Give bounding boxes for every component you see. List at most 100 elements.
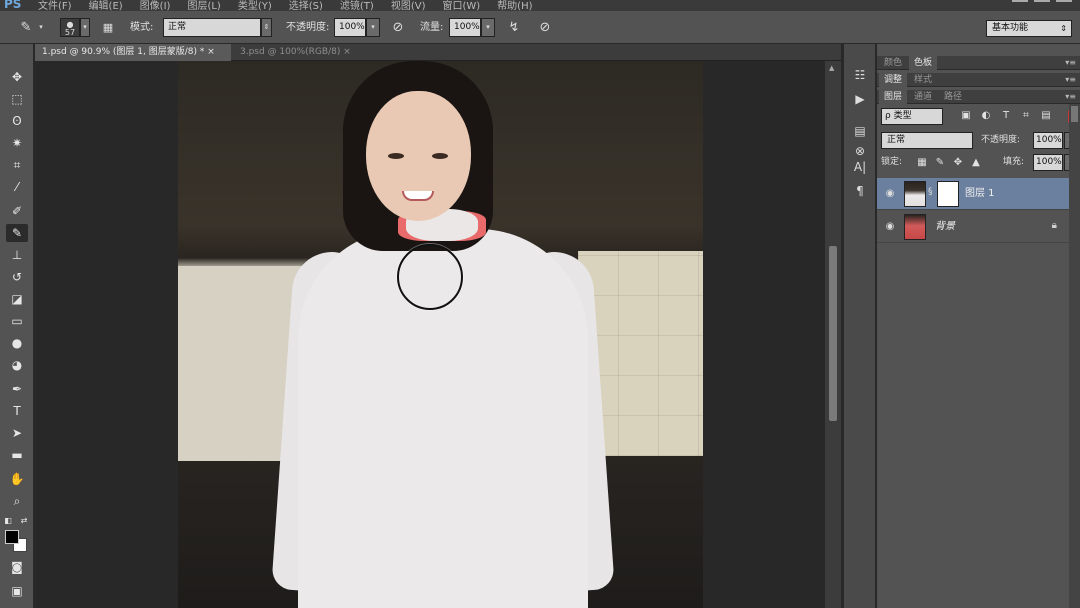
workspace-dropdown[interactable]: 基本功能 ⇕ (986, 20, 1072, 37)
flow-arrow-icon[interactable]: ▾ (481, 18, 495, 37)
workspace-value: 基本功能 (992, 23, 1029, 33)
tab-adjustments[interactable]: 调整 (879, 73, 908, 87)
menu-bar: PS 文件(F) 编辑(E) 图像(I) 图层(L) 类型(Y) 选择(S) 滤… (0, 0, 1080, 11)
blur-tool-icon[interactable]: ● (6, 334, 28, 352)
actions-panel-icon[interactable]: ▶ (850, 90, 870, 108)
layer-opacity-input[interactable]: 100% (1033, 132, 1063, 149)
tab-channels[interactable]: 通道 (909, 90, 937, 104)
visibility-eye-icon[interactable]: ◉ (883, 220, 897, 234)
scroll-up-arrow-icon[interactable]: ▲ (829, 64, 834, 72)
lasso-tool-icon[interactable]: ʘ (6, 112, 28, 130)
layer-row-layer1[interactable]: ◉ § 图层 1 (877, 178, 1069, 210)
type-tool-icon[interactable]: T (6, 402, 28, 420)
flow-input[interactable]: 100% (449, 18, 481, 37)
menu-image[interactable]: 图像(I) (140, 0, 171, 11)
shape-filter-icon[interactable]: ⌗ (1019, 109, 1033, 123)
marquee-tool-icon[interactable]: ⬚ (6, 90, 28, 108)
mode-dropdown-arrow-icon[interactable]: ⇕ (261, 18, 272, 37)
lock-image-icon[interactable]: ✎ (933, 155, 947, 170)
tool-preset-arrow-icon[interactable]: ▾ (36, 18, 46, 37)
menu-select[interactable]: 选择(S) (289, 0, 323, 11)
lock-all-icon[interactable]: ▲ (969, 155, 983, 170)
lock-position-icon[interactable]: ✥ (951, 155, 965, 170)
history-panel-icon[interactable]: ☷ (850, 66, 870, 84)
character-panel-icon[interactable]: A| (850, 158, 870, 176)
document-image[interactable] (178, 61, 703, 608)
menu-layer[interactable]: 图层(L) (187, 0, 220, 11)
quick-mask-icon[interactable]: ◙ (6, 558, 28, 576)
canvas-scroll-thumb[interactable] (829, 246, 837, 421)
menu-edit[interactable]: 编辑(E) (89, 0, 123, 11)
maximize-button[interactable] (1034, 0, 1050, 9)
default-colors-icon[interactable]: ◧ (2, 512, 14, 530)
brush-panel-toggle-icon[interactable]: ▦ (98, 18, 118, 37)
menu-help[interactable]: 帮助(H) (497, 0, 532, 11)
brush-preset-picker[interactable]: ● 57 (60, 18, 80, 37)
type-filter-icon[interactable]: T (999, 109, 1013, 123)
path-selection-tool-icon[interactable]: ➤ (6, 424, 28, 442)
brush-tool-icon[interactable]: ✎ (6, 224, 28, 242)
paragraph-panel-icon[interactable]: ¶ (850, 182, 870, 200)
blend-mode-dropdown[interactable]: 正常 (881, 132, 973, 149)
layers-scroll-thumb[interactable] (1071, 106, 1078, 122)
opacity-arrow-icon[interactable]: ▾ (366, 18, 380, 37)
close-tab-1-icon[interactable]: × (207, 47, 215, 57)
mode-dropdown[interactable]: 正常 (163, 18, 261, 37)
opacity-input[interactable]: 100% (334, 18, 366, 37)
document-tab-1[interactable]: 1.psd @ 90.9% (图层 1, 图层蒙版/8) * × (35, 44, 231, 61)
menu-file[interactable]: 文件(F) (38, 0, 72, 11)
canvas-area[interactable] (35, 61, 825, 608)
eraser-tool-icon[interactable]: ◪ (6, 290, 28, 308)
move-tool-icon[interactable]: ✥ (6, 68, 28, 86)
close-window-button[interactable] (1056, 0, 1072, 9)
shape-tool-icon[interactable]: ▬ (6, 446, 28, 464)
dodge-tool-icon[interactable]: ◕ (6, 356, 28, 374)
adjustment-filter-icon[interactable]: ◐ (979, 109, 993, 123)
history-brush-tool-icon[interactable]: ↺ (6, 268, 28, 286)
zoom-tool-icon[interactable]: ⌕ (6, 492, 28, 510)
layer-mask-thumbnail[interactable] (937, 181, 959, 207)
minimize-button[interactable] (1012, 0, 1028, 9)
close-tab-2-icon[interactable]: × (343, 47, 351, 57)
layer-filter-dropdown[interactable]: ρ 类型 (881, 108, 943, 125)
tab-color[interactable]: 颜色 (879, 56, 907, 70)
tab-layers[interactable]: 图层 (879, 90, 908, 104)
menu-window[interactable]: 窗口(W) (442, 0, 480, 11)
crop-tool-icon[interactable]: ⌗ (6, 156, 28, 174)
layer-row-background[interactable]: ◉ 背景 🔒︎ (877, 211, 1069, 243)
brush-preset-arrow-icon[interactable]: ▾ (80, 18, 90, 37)
foreground-color-swatch[interactable] (5, 530, 19, 544)
pen-tool-icon[interactable]: ✒ (6, 380, 28, 398)
clone-stamp-tool-icon[interactable]: ⊥ (6, 246, 28, 264)
quick-select-tool-icon[interactable]: ✷ (6, 134, 28, 152)
pixel-filter-icon[interactable]: ▣ (959, 109, 973, 123)
document-tab-2[interactable]: 3.psd @ 100%(RGB/8) × (233, 44, 361, 61)
tab-styles[interactable]: 样式 (909, 73, 937, 87)
brush-tool-icon[interactable]: ✎ (16, 18, 36, 37)
visibility-eye-icon[interactable]: ◉ (883, 187, 897, 201)
mask-link-icon[interactable]: § (928, 187, 933, 197)
menu-type[interactable]: 类型(Y) (238, 0, 272, 11)
layers-scrollbar[interactable] (1069, 104, 1080, 608)
tab-swatches[interactable]: 色板 (909, 56, 938, 70)
brush-presets-panel-icon[interactable]: ▤ (850, 122, 870, 140)
eyedropper-tool-icon[interactable]: ⁄ (6, 178, 28, 196)
menu-filter[interactable]: 滤镜(T) (340, 0, 374, 11)
gradient-tool-icon[interactable]: ▭ (6, 312, 28, 330)
layers-panel-menu-icon[interactable]: ▾≡ (1065, 90, 1076, 104)
adjustments-panel-menu-icon[interactable]: ▾≡ (1065, 73, 1076, 87)
menu-view[interactable]: 视图(V) (391, 0, 426, 11)
healing-brush-tool-icon[interactable]: ✐ (6, 202, 28, 220)
pressure-opacity-icon[interactable]: ⊘ (388, 18, 408, 37)
lock-transparent-icon[interactable]: ▦ (915, 155, 929, 170)
canvas-vertical-scrollbar[interactable]: ▲ (825, 61, 841, 608)
fill-input[interactable]: 100% (1033, 154, 1063, 171)
hand-tool-icon[interactable]: ✋ (6, 470, 28, 488)
color-panel-menu-icon[interactable]: ▾≡ (1065, 56, 1076, 70)
screen-mode-icon[interactable]: ▣ (6, 582, 28, 600)
smart-object-filter-icon[interactable]: ▤ (1039, 109, 1053, 123)
tab-paths[interactable]: 路径 (939, 90, 967, 104)
pressure-size-icon[interactable]: ⊘ (535, 18, 555, 37)
swap-colors-icon[interactable]: ⇄ (18, 512, 30, 530)
airbrush-icon[interactable]: ↯ (504, 18, 524, 37)
